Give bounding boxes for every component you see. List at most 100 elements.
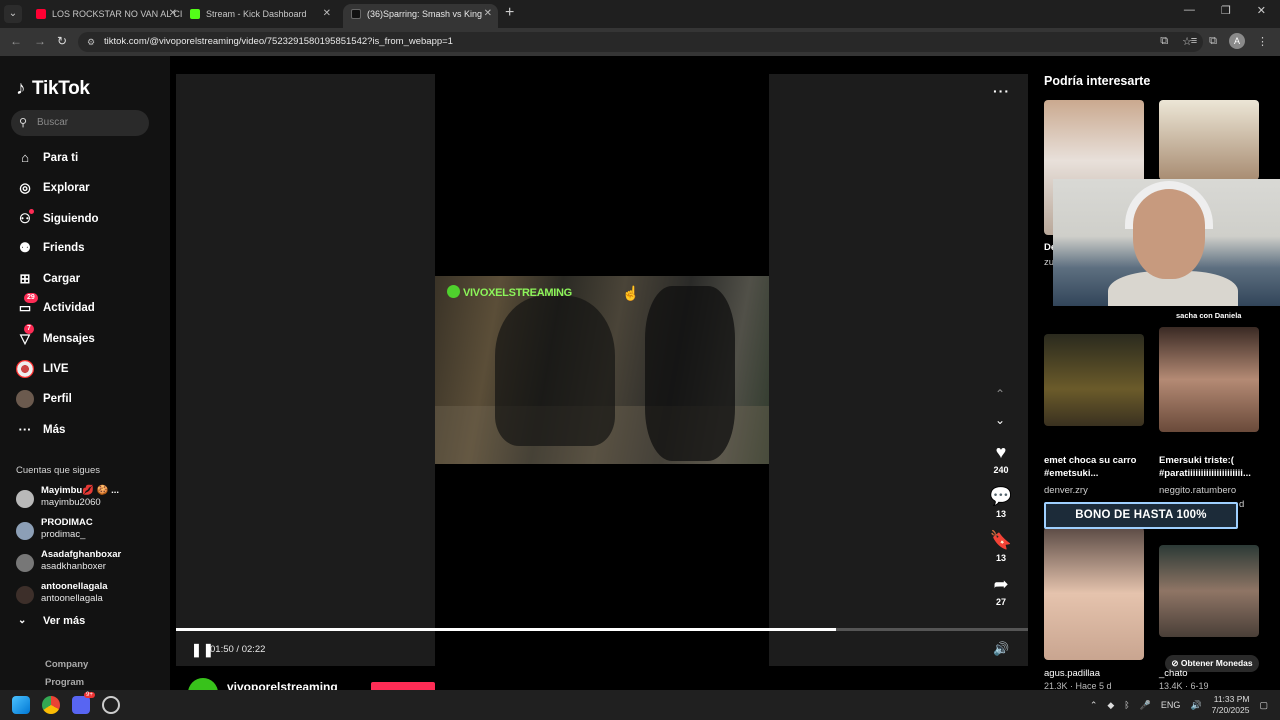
suggestion-user[interactable]: agus.padillaa [1044, 668, 1100, 679]
suggestion-user[interactable]: _chato [1159, 668, 1188, 679]
next-video-icon[interactable]: ⌄ [995, 413, 1005, 427]
nav-mas[interactable]: ··· Más [16, 420, 166, 440]
microphone-icon[interactable]: 🎤 [1140, 700, 1151, 711]
share-button[interactable]: ➦ 27 [988, 574, 1014, 607]
url-field[interactable]: ⚙ tiktok.com/@vivoporelstreaming/video/7… [78, 32, 1203, 52]
messages-badge: 7 [24, 324, 34, 334]
author-avatar[interactable] [188, 678, 218, 690]
follow-button[interactable] [371, 682, 435, 690]
nav-mensajes[interactable]: ▽ 7 Mensajes [16, 324, 166, 349]
video-time: 01:50 / 02:22 [210, 644, 266, 655]
previous-video-icon[interactable]: ⌃ [995, 387, 1005, 401]
tiktok-logo[interactable]: ♪ TikTok [16, 78, 90, 100]
compass-icon: ◎ [19, 180, 31, 195]
footer-link-company[interactable]: Company [45, 659, 88, 670]
close-window-icon[interactable]: ✕ [1257, 4, 1266, 17]
suggested-video-thumbnail[interactable] [1044, 527, 1144, 660]
suggested-video-thumbnail[interactable] [1044, 334, 1144, 426]
forward-icon[interactable]: → [34, 34, 46, 48]
sidebar: ♪ TikTok ⚲ Buscar ⌂ Para ti ◎ Explorar ⚇ Sig… [0, 56, 170, 690]
close-tab-icon[interactable]: ✕ [484, 4, 492, 24]
following-account[interactable]: PRODIMAC prodimac_ [16, 517, 166, 545]
close-tab-icon[interactable]: ✕ [169, 4, 177, 24]
share-icon: ➦ [993, 574, 1009, 594]
video-canvas[interactable]: VIVOXELSTREAMING [435, 74, 769, 666]
footer-link-program[interactable]: Program [45, 677, 84, 688]
like-button[interactable]: ♥ 240 [988, 442, 1014, 475]
close-tab-icon[interactable]: ✕ [323, 4, 331, 24]
window-controls: — ❐ ✕ [1184, 4, 1266, 17]
comment-icon: 💬 [989, 486, 1013, 506]
save-button[interactable]: 🔖 13 [988, 530, 1014, 563]
browser-menu-icon[interactable]: ⋮ [1257, 35, 1268, 48]
language-indicator[interactable]: ENG [1161, 700, 1181, 710]
tab-search-icon[interactable]: ⌄ [4, 5, 22, 23]
reading-list-icon[interactable]: ≡ [1191, 35, 1197, 47]
suggestion-user[interactable]: neggito.ratumbero [1159, 485, 1236, 496]
suggested-video-thumbnail[interactable] [1159, 327, 1259, 432]
restore-icon[interactable]: ❐ [1221, 4, 1231, 17]
windows-start-icon[interactable] [12, 696, 30, 714]
reload-icon[interactable]: ↻ [57, 34, 67, 48]
home-icon: ⌂ [21, 150, 29, 165]
video-progress-bar[interactable] [176, 628, 1028, 631]
back-icon[interactable]: ← [10, 34, 22, 48]
tray-overflow-icon[interactable]: ⌃ [1090, 700, 1098, 711]
nav-label: LIVE [43, 363, 69, 375]
install-app-icon[interactable]: ⧉ [1160, 35, 1168, 48]
account-handle: prodimac_ [41, 529, 86, 540]
new-tab-icon[interactable]: + [505, 4, 514, 22]
video-progress-fill [176, 628, 836, 631]
chrome-icon[interactable] [42, 696, 60, 714]
avatar [16, 586, 34, 604]
suggested-video-thumbnail[interactable] [1159, 545, 1259, 637]
nav-friends[interactable]: ⚉ Friends [16, 238, 166, 258]
minimize-icon[interactable]: — [1184, 4, 1195, 17]
mouse-cursor-icon: ☝ [622, 285, 640, 301]
comment-button[interactable]: 💬 13 [988, 486, 1014, 519]
suggested-video-thumbnail[interactable] [1159, 100, 1259, 180]
browser-tab-kick[interactable]: Stream - Kick Dashboard ✕ [182, 4, 337, 28]
address-bar-row: ← → ↻ ⚙ tiktok.com/@vivoporelstreaming/v… [0, 28, 1280, 56]
bonus-banner[interactable]: BONO DE HASTA 100% [1044, 502, 1238, 529]
nav-explorar[interactable]: ◎ Explorar [16, 178, 166, 198]
following-account[interactable]: antoonellagala antoonellagala [16, 581, 166, 609]
author-name[interactable]: vivoporelstreaming [227, 680, 338, 690]
tab-title: (36)Sparring: Smash vs King [367, 9, 483, 19]
nav-perfil[interactable]: Perfil [16, 389, 166, 409]
video-options-icon[interactable]: ··· [993, 83, 1010, 99]
nav-cargar[interactable]: ⊞ Cargar [16, 269, 166, 289]
following-account[interactable]: Asadafghanboxar asadkhanboxer [16, 549, 166, 577]
nav-para-ti[interactable]: ⌂ Para ti [16, 148, 166, 168]
url-actions: ⧉ ☆ [1160, 35, 1192, 48]
bookmark-icon: 🔖 [989, 530, 1013, 550]
suggestion-user[interactable]: denver.zry [1044, 485, 1088, 496]
clock[interactable]: 11:33 PM 7/20/2025 [1212, 694, 1250, 716]
notifications-icon[interactable]: ▢ [1259, 700, 1268, 711]
webcam-label: sacha con Daniela [1176, 311, 1242, 320]
bluetooth-icon[interactable]: ᛒ [1124, 700, 1129, 710]
following-account[interactable]: Mayimbu💋 🍪 ... mayimbu2060 [16, 485, 166, 513]
watermark-logo-icon [447, 285, 460, 298]
tiktok-note-icon: ♪ [16, 78, 26, 99]
suggestion-caption[interactable]: Emersuki triste:( #paratiiiiiiiiiiiiiiii… [1159, 454, 1269, 480]
browser-tab-youtube[interactable]: LOS ROCKSTAR NO VAN AL CIE ✕ [28, 4, 183, 28]
video-player[interactable]: VIVOXELSTREAMING [176, 74, 1028, 666]
discord-badge: 9+ [84, 692, 95, 698]
nav-siguiendo[interactable]: ⚇ Siguiendo [16, 209, 166, 229]
nav-live[interactable]: LIVE [16, 359, 166, 379]
browser-tab-tiktok[interactable]: (36)Sparring: Smash vs King ✕ [343, 4, 498, 28]
profile-avatar[interactable]: A [1229, 33, 1245, 49]
network-status-icon[interactable]: ◆ [1107, 700, 1114, 711]
obs-icon[interactable] [102, 696, 120, 714]
nav-actividad[interactable]: ▭ 29 Actividad [16, 293, 166, 318]
suggestion-caption[interactable]: emet choca su carro #emetsuki... [1044, 454, 1154, 480]
search-input[interactable]: ⚲ Buscar [11, 110, 149, 136]
discord-icon[interactable] [72, 696, 90, 714]
volume-icon[interactable]: 🔊 [993, 641, 1009, 657]
see-more-button[interactable]: ⌄ Ver más [16, 615, 85, 627]
site-info-icon[interactable]: ⚙ [87, 32, 95, 52]
headset-icon [1125, 181, 1213, 229]
extensions-icon[interactable]: ⧉ [1209, 35, 1217, 48]
speaker-icon[interactable]: 🔊 [1190, 700, 1201, 711]
